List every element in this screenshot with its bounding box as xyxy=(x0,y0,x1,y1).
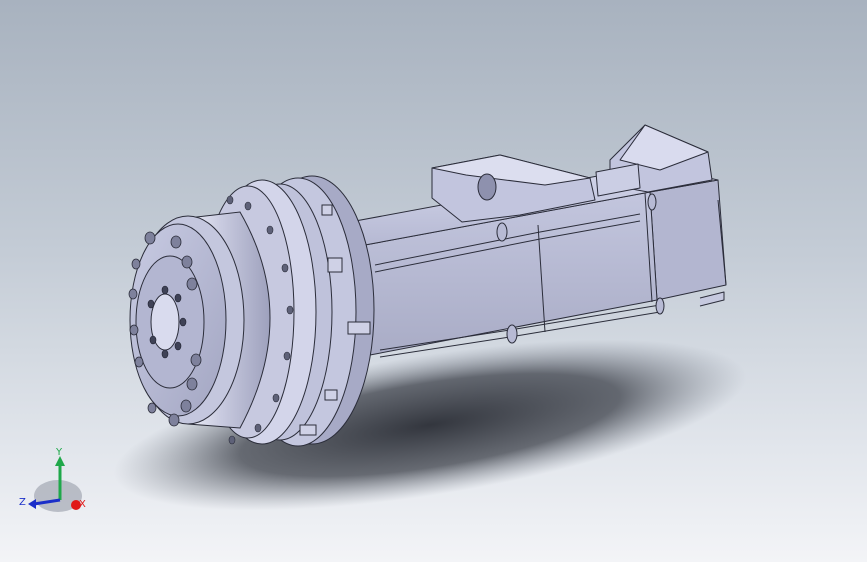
flange-lug-5 xyxy=(299,424,317,436)
flange-lug-3 xyxy=(321,204,333,216)
triad-x-label: X xyxy=(79,499,86,510)
rear-foot xyxy=(699,291,725,307)
tie-rod-nut-1 xyxy=(496,222,508,242)
tie-rod-nut-2 xyxy=(506,324,518,344)
tie-rod-nut-3 xyxy=(647,193,657,211)
flange-lug-1 xyxy=(327,257,343,273)
motor-rear-cap xyxy=(649,179,727,301)
tie-rod-nut-4 xyxy=(655,297,665,315)
reference-triad: Y Z X xyxy=(19,447,86,512)
cad-model-scene[interactable]: Y Z X xyxy=(0,0,867,562)
triad-y-label: Y xyxy=(55,447,63,458)
connector-socket xyxy=(477,173,497,201)
motor-body[interactable] xyxy=(349,124,727,358)
triad-z-arrow xyxy=(28,499,36,509)
flange-lug-2 xyxy=(347,321,371,335)
triad-z-label: Z xyxy=(19,497,26,508)
graphics-viewport[interactable]: Y Z X xyxy=(0,0,867,562)
flange-lug-4 xyxy=(324,389,338,401)
